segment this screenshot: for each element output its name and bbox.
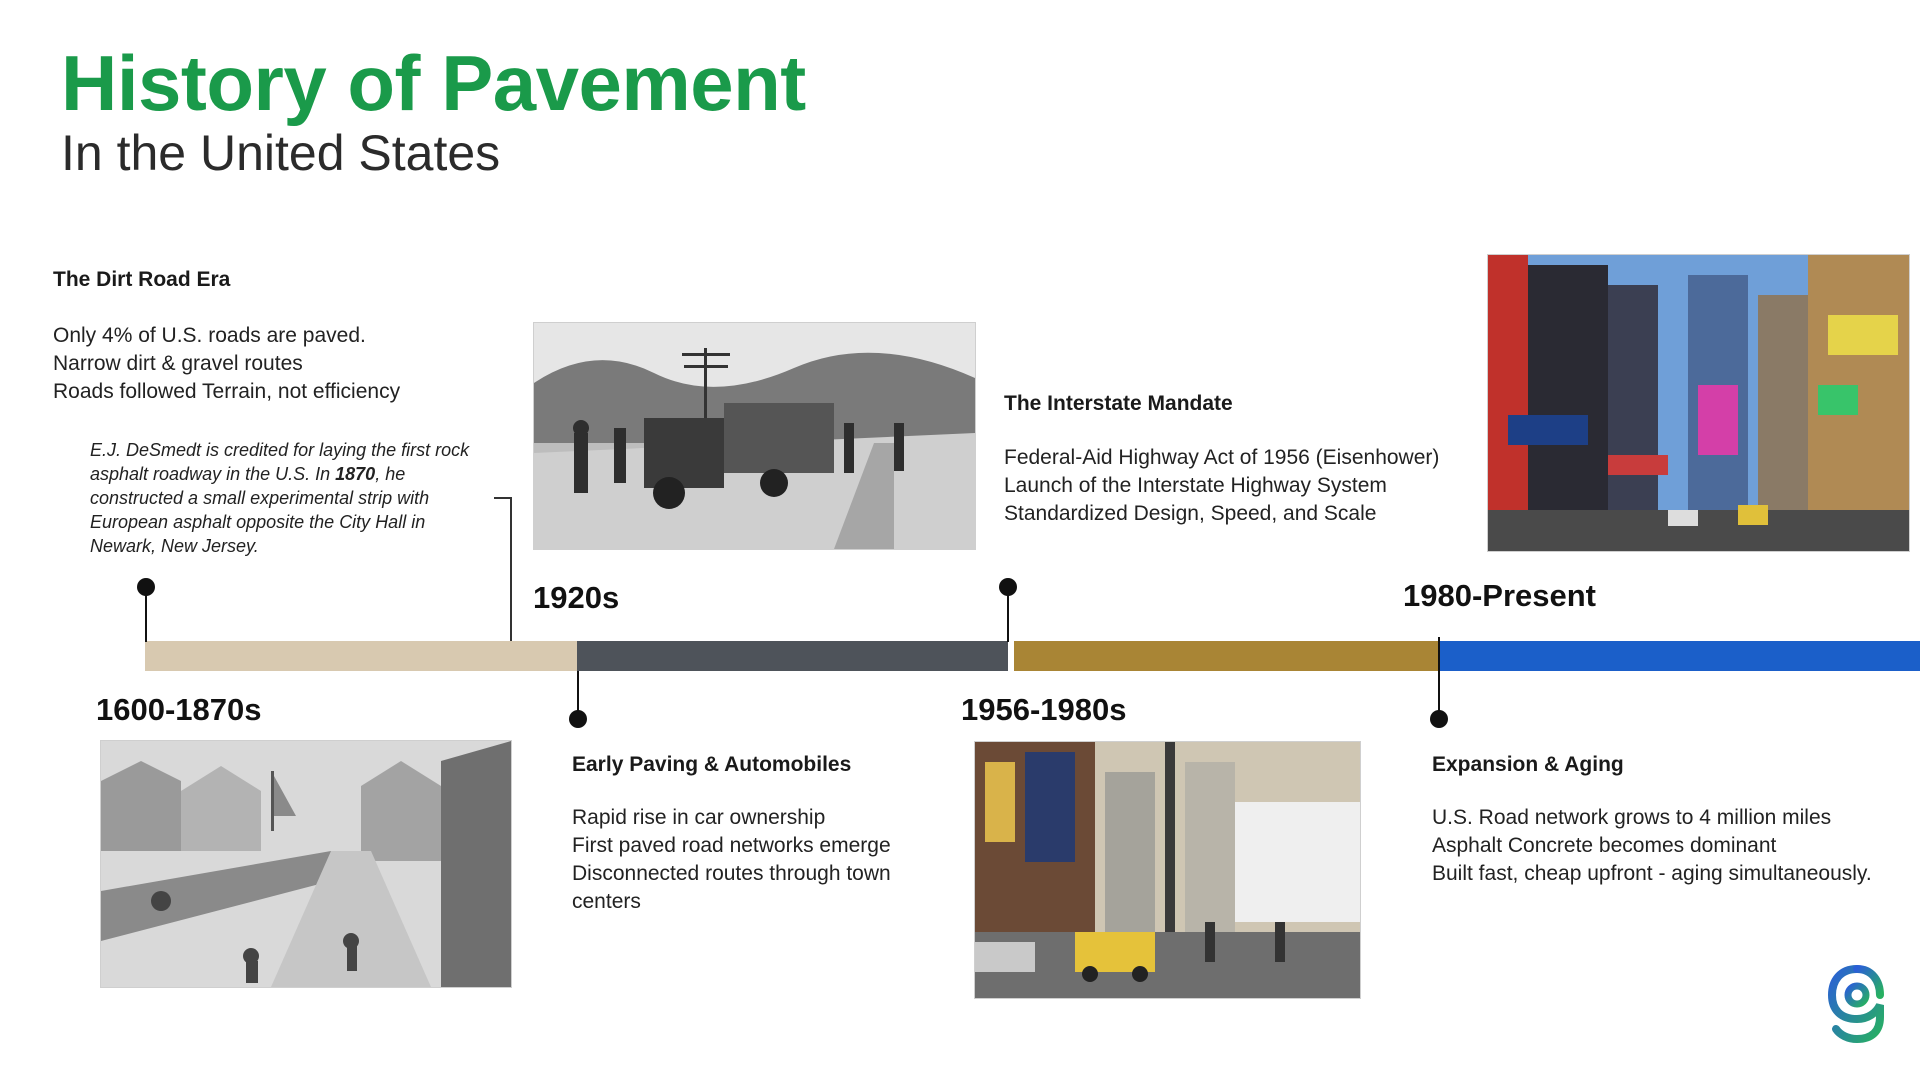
interstate-lines: Federal-Aid Highway Act of 1956 (Eisenho… [1004, 444, 1439, 528]
desmedt-note-text: E.J. DeSmedt is credited for laying the … [90, 440, 470, 484]
timeline-segment-1980-present [1440, 641, 1920, 671]
marker-dot-1980-present [1430, 710, 1448, 728]
dirt-road-line: Narrow dirt & gravel routes [53, 352, 303, 375]
photo-historic-town-illustration [100, 740, 512, 988]
early-paving-line: Disconnected routes through town centers [572, 862, 891, 913]
expansion-line: Asphalt Concrete becomes dominant [1432, 834, 1777, 857]
interstate-line: Federal-Aid Highway Act of 1956 (Eisenho… [1004, 446, 1440, 469]
interstate-heading: The Interstate Mandate [1004, 392, 1233, 415]
timeline-divider [1438, 637, 1440, 675]
photo-1950s-city-street [974, 741, 1361, 999]
era-label-1980-present: 1980-Present [1403, 578, 1597, 613]
early-paving-heading: Early Paving & Automobiles [572, 753, 852, 776]
expansion-line: Built fast, cheap upfront - aging simult… [1432, 862, 1872, 885]
marker-stem-1600-1870s [145, 588, 147, 642]
timeline-segment-1956-1980s [1014, 641, 1438, 671]
desmedt-note-year: 1870 [335, 464, 376, 484]
note-connector-stem [510, 497, 512, 643]
marker-stem-1956-1980s [1007, 588, 1009, 642]
era-label-1600-1870s: 1600-1870s [96, 692, 262, 727]
company-logo-icon [1827, 965, 1886, 1045]
dirt-road-line: Roads followed Terrain, not efficiency [53, 380, 401, 403]
interstate-line: Launch of the Interstate Highway System [1004, 474, 1387, 497]
timeline-segment-1920s [577, 641, 1008, 671]
early-paving-line: First paved road networks emerge [572, 834, 891, 857]
photo-modern-times-square [1487, 254, 1910, 552]
era-label-1956-1980s: 1956-1980s [961, 692, 1127, 727]
expansion-line: U.S. Road network grows to 4 million mil… [1432, 806, 1832, 829]
timeline-segment-1600-1870s [145, 641, 577, 671]
early-paving-lines: Rapid rise in car ownership First paved … [572, 804, 932, 916]
expansion-heading: Expansion & Aging [1432, 753, 1624, 776]
early-paving-line: Rapid rise in car ownership [572, 806, 826, 829]
dirt-road-line: Only 4% of U.S. roads are paved. [53, 324, 366, 347]
interstate-line: Standardized Design, Speed, and Scale [1004, 502, 1377, 525]
photo-1920s-paving-crew [533, 322, 976, 550]
expansion-lines: U.S. Road network grows to 4 million mil… [1432, 804, 1872, 888]
page-subtitle: In the United States [61, 125, 501, 181]
dirt-road-heading: The Dirt Road Era [53, 268, 231, 291]
dirt-road-lines: Only 4% of U.S. roads are paved. Narrow … [53, 322, 400, 406]
era-label-1920s: 1920s [533, 580, 620, 615]
desmedt-note: E.J. DeSmedt is credited for laying the … [90, 438, 470, 558]
marker-dot-1920s [569, 710, 587, 728]
page-title: History of Pavement [61, 39, 806, 127]
